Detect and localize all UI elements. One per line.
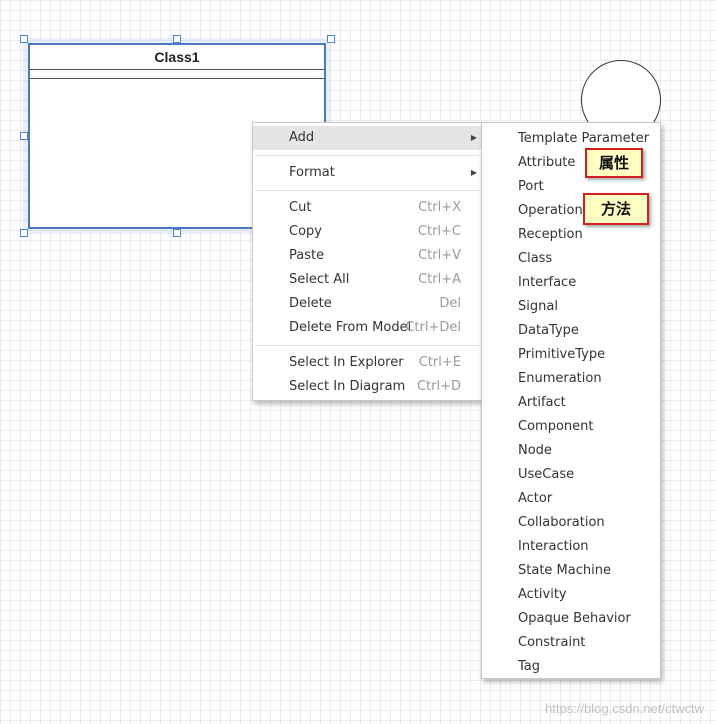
class-attributes-compartment[interactable] <box>30 70 324 79</box>
resize-handle-left[interactable] <box>20 132 28 140</box>
menu-item-copy[interactable]: Copy Ctrl+C <box>253 220 481 244</box>
menu-shortcut: Ctrl+E <box>418 355 461 370</box>
menu-item-label: Delete From Model <box>289 320 412 335</box>
menu-shortcut: Ctrl+V <box>418 248 461 263</box>
submenu-item-opaque-behavior[interactable]: Opaque Behavior <box>482 607 660 631</box>
submenu-arrow-icon: ▶ <box>470 133 477 142</box>
submenu-item-primitivetype[interactable]: PrimitiveType <box>482 343 660 367</box>
menu-item-label: Select In Explorer <box>289 355 404 370</box>
menu-item-add[interactable]: Add ▶ <box>253 126 481 150</box>
menu-separator <box>255 190 481 191</box>
menu-item-label: Add <box>289 130 315 145</box>
class-name[interactable]: Class1 <box>30 45 324 70</box>
submenu-item-activity[interactable]: Activity <box>482 583 660 607</box>
resize-handle-bottom-left[interactable] <box>20 229 28 237</box>
menu-item-cut[interactable]: Cut Ctrl+X <box>253 196 481 220</box>
menu-separator <box>255 155 481 156</box>
submenu-item-constraint[interactable]: Constraint <box>482 631 660 655</box>
menu-item-label: Paste <box>289 248 325 263</box>
submenu-item-enumeration[interactable]: Enumeration <box>482 367 660 391</box>
menu-item-delete-from-model[interactable]: Delete From Model Ctrl+Del <box>253 316 481 340</box>
menu-item-label: Cut <box>289 200 312 215</box>
watermark: https://blog.csdn.net/ctwctw <box>545 701 704 716</box>
menu-item-select-all[interactable]: Select All Ctrl+A <box>253 268 481 292</box>
menu-shortcut: Ctrl+C <box>417 224 461 239</box>
menu-item-paste[interactable]: Paste Ctrl+V <box>253 244 481 268</box>
menu-item-label: Format <box>289 165 335 180</box>
submenu-item-node[interactable]: Node <box>482 439 660 463</box>
menu-shortcut: Ctrl+Del <box>405 320 461 335</box>
submenu-item-interaction[interactable]: Interaction <box>482 535 660 559</box>
submenu-item-reception[interactable]: Reception <box>482 223 660 247</box>
submenu-arrow-icon: ▶ <box>470 168 477 177</box>
submenu-item-usecase[interactable]: UseCase <box>482 463 660 487</box>
menu-item-label: Select In Diagram <box>289 379 406 394</box>
menu-item-format[interactable]: Format ▶ <box>253 161 481 185</box>
submenu-item-state-machine[interactable]: State Machine <box>482 559 660 583</box>
attribute-callout: 属性 <box>585 148 643 178</box>
menu-shortcut: Ctrl+A <box>418 272 461 287</box>
submenu-item-datatype[interactable]: DataType <box>482 319 660 343</box>
resize-handle-top-left[interactable] <box>20 35 28 43</box>
menu-item-label: Select All <box>289 272 350 287</box>
menu-item-delete[interactable]: Delete Del <box>253 292 481 316</box>
submenu-item-class[interactable]: Class <box>482 247 660 271</box>
menu-item-label: Delete <box>289 296 332 311</box>
menu-shortcut: Ctrl+X <box>418 200 461 215</box>
menu-shortcut: Ctrl+D <box>416 379 461 394</box>
resize-handle-top[interactable] <box>173 35 181 43</box>
resize-handle-bottom[interactable] <box>173 229 181 237</box>
context-menu: Add ▶ Format ▶ Cut Ctrl+X Copy Ctrl+C Pa… <box>252 122 482 401</box>
submenu-item-tag[interactable]: Tag <box>482 655 660 679</box>
submenu-item-component[interactable]: Component <box>482 415 660 439</box>
operation-callout: 方法 <box>583 193 649 225</box>
menu-item-select-in-diagram[interactable]: Select In Diagram Ctrl+D <box>253 375 481 399</box>
menu-separator <box>255 345 481 346</box>
menu-item-select-in-explorer[interactable]: Select In Explorer Ctrl+E <box>253 351 481 375</box>
submenu-item-collaboration[interactable]: Collaboration <box>482 511 660 535</box>
submenu-item-actor[interactable]: Actor <box>482 487 660 511</box>
submenu-item-artifact[interactable]: Artifact <box>482 391 660 415</box>
resize-handle-top-right[interactable] <box>327 35 335 43</box>
submenu-item-signal[interactable]: Signal <box>482 295 660 319</box>
menu-shortcut: Del <box>439 296 461 311</box>
menu-item-label: Copy <box>289 224 322 239</box>
submenu-item-interface[interactable]: Interface <box>482 271 660 295</box>
